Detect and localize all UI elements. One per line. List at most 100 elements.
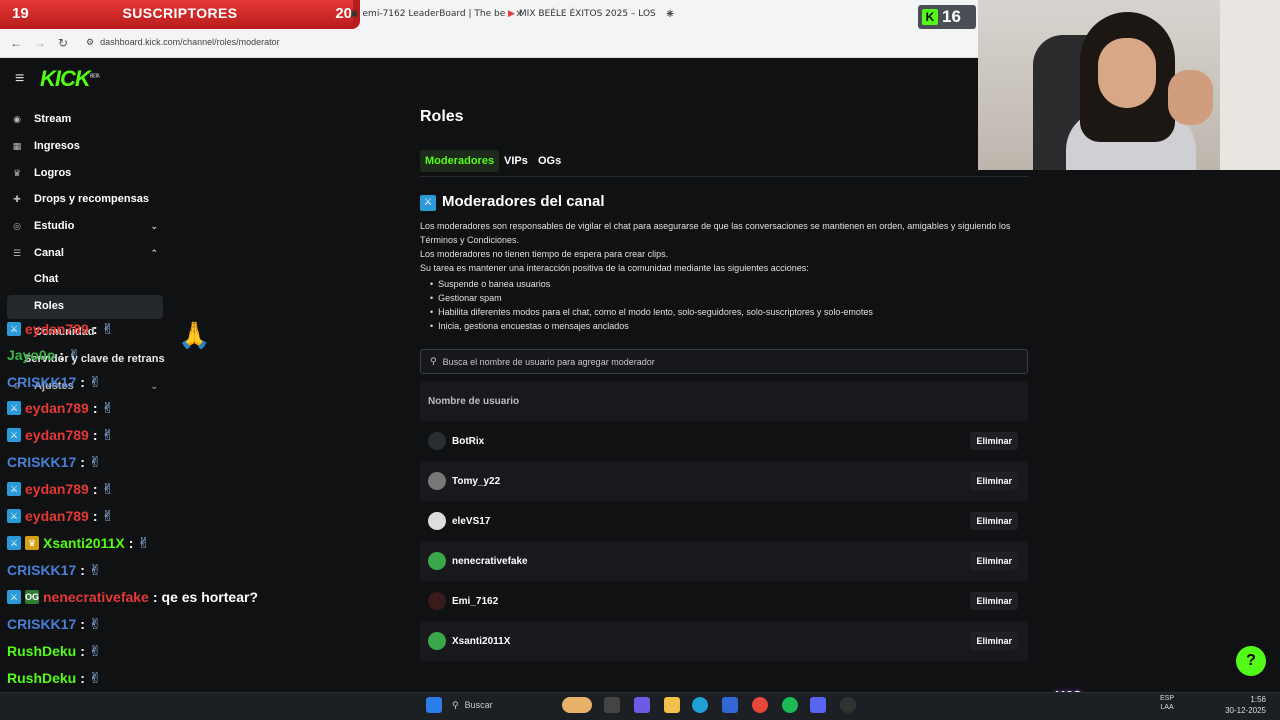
og-badge-icon: OG	[25, 590, 40, 604]
chevron-up-icon: ⌃	[150, 247, 158, 258]
chat-username[interactable]: eydan789	[25, 508, 89, 524]
moderator-search-input[interactable]: ⚲ Busca el nombre de usuario para agrega…	[420, 349, 1028, 374]
language-indicator[interactable]: ESP LAA	[1160, 694, 1174, 712]
obs-icon[interactable]	[840, 697, 856, 713]
chat-username[interactable]: eydan789	[25, 427, 89, 443]
remove-moderator-button[interactable]: Eliminar	[970, 552, 1018, 570]
emote-icon: ✌	[88, 643, 102, 660]
trophy-icon: ♛	[12, 167, 22, 178]
viewer-count: K 16	[918, 5, 976, 29]
page-title: Roles	[420, 108, 464, 125]
tab-label: MIX BEÉLE ÉXITOS 2025 – LOS	[518, 9, 656, 19]
sidebar-subitem-chat[interactable]: Chat	[34, 273, 58, 285]
praying-hands-emote: 🙏	[178, 320, 211, 350]
emote-icon: ✌	[88, 670, 102, 687]
chat-username[interactable]: CRISKK17	[7, 454, 76, 470]
edge-icon[interactable]	[692, 697, 708, 713]
tab-ogs[interactable]: OGs	[533, 150, 566, 172]
moderator-row: Emi_7162 Eliminar	[420, 581, 1028, 621]
sub-goal-title: SUSCRIPTORES	[122, 5, 238, 21]
file-explorer-icon[interactable]	[664, 697, 680, 713]
stream-icon: ◉	[13, 113, 21, 124]
discord-icon[interactable]	[810, 697, 826, 713]
sidebar-item-drops[interactable]: ✚ Drops y recompensas	[10, 188, 162, 210]
copilot-icon[interactable]	[634, 697, 650, 713]
moderator-row: eleVS17 Eliminar	[420, 501, 1028, 541]
moderator-badge-icon: ⚔	[7, 509, 21, 523]
back-icon[interactable]: ←	[10, 36, 22, 50]
forward-icon[interactable]: →	[34, 36, 46, 50]
avatar	[428, 592, 446, 610]
chat-separator: :	[80, 374, 85, 390]
chat-message: CRISKK17: ✌	[7, 557, 102, 583]
browser-tab-youtube[interactable]: ▶ MIX BEÉLE ÉXITOS 2025 – LOS ✕	[508, 4, 674, 24]
chat-separator: :	[80, 454, 85, 470]
chat-username[interactable]: RushDeku	[7, 670, 76, 686]
chat-username[interactable]: eydan789	[25, 400, 89, 416]
bullet-item: Inicia, gestiona encuestas o mensajes an…	[430, 321, 629, 331]
chat-username[interactable]: Jayo0o	[7, 347, 55, 363]
remove-moderator-button[interactable]: Eliminar	[970, 432, 1018, 450]
remove-moderator-button[interactable]: Eliminar	[970, 512, 1018, 530]
studio-icon: ◎	[13, 220, 21, 231]
chat-username[interactable]: eydan789	[25, 481, 89, 497]
help-chat-icon[interactable]: ?	[1236, 646, 1266, 676]
chrome-icon[interactable]	[752, 697, 768, 713]
chat-text: qe es hortear?	[161, 589, 258, 605]
sidebar-subitem-roles[interactable]: Roles	[34, 300, 64, 312]
sidebar-item-logros[interactable]: ♛ Logros	[10, 162, 162, 184]
chat-separator: :	[92, 508, 98, 524]
chevron-down-icon: ⌄	[150, 380, 158, 391]
task-view-icon[interactable]	[604, 697, 620, 713]
browser-tab-leaderboard[interactable]: ▣ emi-7162 LeaderBoard | The be ✕	[350, 4, 524, 24]
chat-username[interactable]: eydan789	[25, 321, 89, 337]
avatar	[428, 552, 446, 570]
table-header: Nombre de usuario	[420, 381, 1028, 421]
crown-badge-icon: ♛	[25, 536, 39, 550]
tab-label: emi-7162 LeaderBoard | The be	[362, 9, 506, 19]
chat-username[interactable]: CRISKK17	[7, 562, 76, 578]
new-tab-icon[interactable]: +	[666, 5, 674, 21]
emote-icon: ✌	[101, 481, 115, 498]
chat-message: ⚔ eydan789: ✌	[7, 476, 114, 502]
remove-moderator-button[interactable]: Eliminar	[970, 592, 1018, 610]
store-icon[interactable]	[722, 697, 738, 713]
chevron-down-icon: ⌄	[150, 220, 158, 231]
windows-start-icon[interactable]	[426, 697, 442, 713]
chat-message: CRISKK17: ✌	[7, 611, 102, 637]
emote-icon: ✌	[67, 347, 81, 364]
chat-message: ⚔ eydan789: ✌	[7, 503, 114, 529]
remove-moderator-button[interactable]: Eliminar	[970, 632, 1018, 650]
sidebar-item-ingresos[interactable]: ▦ Ingresos	[10, 135, 162, 157]
chat-message: RushDeku:✌	[7, 638, 101, 664]
menu-icon[interactable]: ≡	[15, 70, 24, 88]
emote-icon: ✌	[88, 374, 102, 391]
search-icon: ⚲	[430, 356, 437, 366]
chat-separator: :	[80, 562, 85, 578]
moderator-name: Tomy_y22	[452, 475, 501, 487]
chat-separator: :	[92, 427, 98, 443]
chat-username[interactable]: nenecrativefake	[43, 589, 149, 605]
kick-logo[interactable]: KICKBETA	[40, 66, 100, 92]
chat-message: ⚔ ♛ Xsanti2011X: ✌	[7, 530, 150, 556]
sidebar-item-canal[interactable]: ☰ Canal ⌃	[10, 242, 162, 264]
address-bar[interactable]: ⚙ dashboard.kick.com/channel/roles/moder…	[86, 33, 376, 51]
system-clock[interactable]: 1:56 30-12-2025	[1225, 694, 1266, 716]
reload-icon[interactable]: ↻	[58, 36, 68, 50]
chat-message: ⚔ eydan789: ✌	[7, 316, 114, 342]
chat-username[interactable]: Xsanti2011X	[43, 535, 125, 551]
taskbar-search[interactable]: ⚲ Buscar	[452, 696, 572, 714]
moderator-badge-icon: ⚔	[7, 322, 21, 336]
tab-vips[interactable]: VIPs	[499, 150, 533, 172]
chat-username[interactable]: CRISKK17	[7, 374, 76, 390]
sidebar-item-stream[interactable]: ◉ Stream	[10, 108, 162, 130]
sidebar-item-estudio[interactable]: ◎ Estudio ⌄	[10, 215, 162, 237]
remove-moderator-button[interactable]: Eliminar	[970, 472, 1018, 490]
widget-icon[interactable]	[562, 697, 592, 713]
chat-separator: :	[92, 400, 98, 416]
spotify-icon[interactable]	[782, 697, 798, 713]
chat-username[interactable]: RushDeku	[7, 643, 76, 659]
tab-moderadores[interactable]: Moderadores	[420, 150, 500, 172]
chat-username[interactable]: CRISKK17	[7, 616, 76, 632]
moderator-row: Tomy_y22 Eliminar	[420, 461, 1028, 501]
